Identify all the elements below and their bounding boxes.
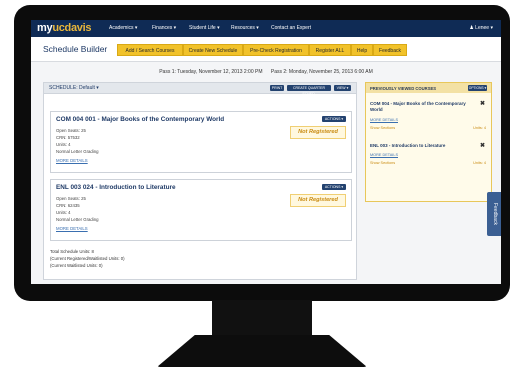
- waitlisted-units: (Current Waitlisted Units: 0): [50, 263, 103, 268]
- viewed-course-title[interactable]: COM 004 - Major Books of the Contemporar…: [370, 101, 466, 113]
- more-details-link[interactable]: MORE DETAILS: [56, 226, 88, 231]
- more-details-link[interactable]: MORE DETAILS: [370, 118, 398, 122]
- registration-status-badge: Not Registered: [290, 194, 346, 207]
- feedback-tab-label: Feedback: [492, 203, 498, 225]
- tab-add-search-courses[interactable]: Add / Search Courses: [117, 44, 183, 56]
- pass1-text: Pass 1: Tuesday, November 12, 2013 2:00 …: [159, 69, 263, 75]
- actions-button[interactable]: ACTIONS ▾: [322, 184, 346, 190]
- viewed-course-title[interactable]: ENL 003 - Introduction to Literature: [370, 143, 466, 149]
- tab-feedback[interactable]: Feedback: [373, 44, 407, 56]
- remove-icon[interactable]: ✖: [480, 142, 485, 149]
- registered-units: (Current Registered/Waitlisted Units: 0): [50, 256, 125, 261]
- user-menu[interactable]: ♟ Lenee ▾: [469, 25, 493, 31]
- actions-button[interactable]: ACTIONS ▾: [322, 116, 346, 122]
- previously-viewed-panel: PREVIOUSLY VIEWED COURSES OPTIONS ▾ COM …: [365, 82, 492, 202]
- more-details-link[interactable]: MORE DETAILS: [56, 158, 88, 163]
- tab-create-new-schedule[interactable]: Create New Schedule: [183, 44, 243, 56]
- feedback-side-tab[interactable]: Feedback: [487, 192, 501, 236]
- open-seats: Open Seats: 25: [56, 196, 86, 201]
- nav-finances[interactable]: Finances ▾: [152, 25, 176, 31]
- nav-contact-expert[interactable]: Contact an Expert: [271, 25, 311, 31]
- viewed-course-units: Units: 4: [473, 126, 486, 130]
- tab-pre-check-registration[interactable]: Pre-Check Registration: [243, 44, 309, 56]
- pass2-text: Pass 2: Monday, November 25, 2013 6:00 A…: [270, 69, 373, 75]
- pass-times: Pass 1: Tuesday, November 12, 2013 2:00 …: [31, 69, 501, 78]
- registration-status-badge: Not Registered: [290, 126, 346, 139]
- course-title[interactable]: COM 004 001 - Major Books of the Contemp…: [56, 116, 224, 123]
- monitor-stand-base: [157, 335, 367, 367]
- header-bar: Schedule Builder Add / Search Courses Cr…: [31, 37, 501, 62]
- tab-register-all[interactable]: Register ALL: [309, 44, 351, 56]
- show-sections-link[interactable]: Show Sections: [370, 126, 395, 130]
- course-title[interactable]: ENL 003 024 - Introduction to Literature: [56, 184, 176, 191]
- remove-icon[interactable]: ✖: [480, 100, 485, 107]
- app-title: Schedule Builder: [43, 44, 108, 54]
- nav-academics[interactable]: Academics ▾: [109, 25, 137, 31]
- logo-my: my: [37, 22, 53, 34]
- crn: CRN: 62435: [56, 203, 80, 208]
- crn: CRN: 57532: [56, 135, 80, 140]
- units: Units: 4: [56, 210, 71, 215]
- schedule-selector[interactable]: SCHEDULE: Default ▾: [49, 85, 99, 91]
- total-units: Total Schedule Units: 8: [50, 249, 94, 254]
- schedule-panel: SCHEDULE: Default ▾ PRINT CREATE QUARTER…: [43, 82, 357, 280]
- open-seats: Open Seats: 25: [56, 128, 86, 133]
- nav-resources[interactable]: Resources ▾: [231, 25, 259, 31]
- nav-student-life[interactable]: Student Life ▾: [189, 25, 220, 31]
- view-button[interactable]: VIEW ▾: [334, 85, 351, 91]
- tab-help[interactable]: Help: [351, 44, 373, 56]
- course-card: ENL 003 024 - Introduction to Literature…: [50, 179, 352, 241]
- top-nav: myucdavis Academics ▾ Finances ▾ Student…: [31, 20, 501, 37]
- previously-viewed-title: PREVIOUSLY VIEWED COURSES: [370, 86, 437, 91]
- create-quarter-schedule-button[interactable]: CREATE QUARTER SCHED.: [287, 85, 331, 96]
- more-details-link[interactable]: MORE DETAILS: [370, 153, 398, 157]
- viewed-course-units: Units: 4: [473, 161, 486, 165]
- print-button[interactable]: PRINT: [270, 85, 284, 91]
- schedule-toolbar: SCHEDULE: Default ▾ PRINT CREATE QUARTER…: [44, 83, 356, 96]
- grading: Normal Letter Grading: [56, 149, 99, 154]
- logo-ucdavis: ucdavis: [52, 22, 92, 34]
- monitor-stand-neck: [212, 300, 312, 338]
- course-card: COM 004 001 - Major Books of the Contemp…: [50, 111, 352, 173]
- previously-viewed-header: PREVIOUSLY VIEWED COURSES OPTIONS ▾: [366, 83, 491, 93]
- options-button[interactable]: OPTIONS ▾: [468, 85, 487, 91]
- units: Units: 4: [56, 142, 71, 147]
- grading: Normal Letter Grading: [56, 217, 99, 222]
- screen: myucdavis Academics ▾ Finances ▾ Student…: [31, 20, 501, 284]
- show-sections-link[interactable]: Show Sections: [370, 161, 395, 165]
- myucdavis-logo[interactable]: myucdavis: [37, 22, 91, 34]
